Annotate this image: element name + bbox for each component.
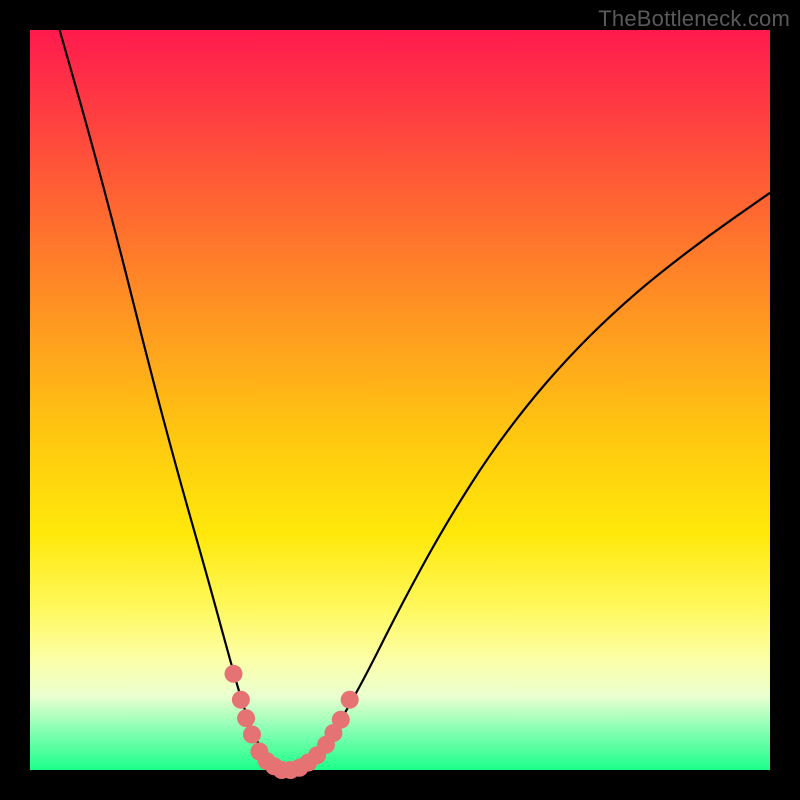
highlight-dot [237,709,255,727]
bottleneck-curve [60,30,770,769]
highlight-dots [225,665,359,779]
highlight-dot [232,691,250,709]
watermark-label: TheBottleneck.com [598,6,790,32]
highlight-dot [332,711,350,729]
chart-frame: TheBottleneck.com [0,0,800,800]
plot-area [30,30,770,770]
highlight-dot [341,691,359,709]
highlight-dot [243,726,261,744]
highlight-dot [225,665,243,683]
curve-layer [30,30,770,770]
